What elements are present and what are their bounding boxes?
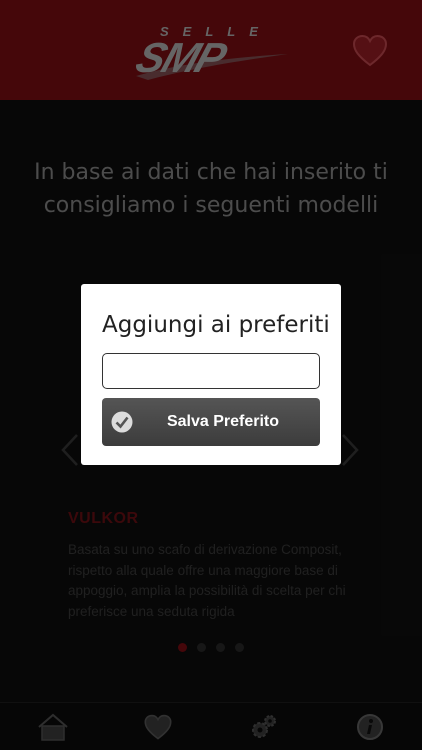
- dialog-title: Aggiungi ai preferiti: [102, 312, 330, 338]
- add-favorite-dialog: Aggiungi ai preferiti Salva Preferito: [81, 284, 341, 465]
- save-button-label: Salva Preferito: [166, 413, 280, 430]
- favorite-name-input[interactable]: [102, 353, 320, 389]
- save-favorite-button[interactable]: Salva Preferito: [102, 398, 320, 446]
